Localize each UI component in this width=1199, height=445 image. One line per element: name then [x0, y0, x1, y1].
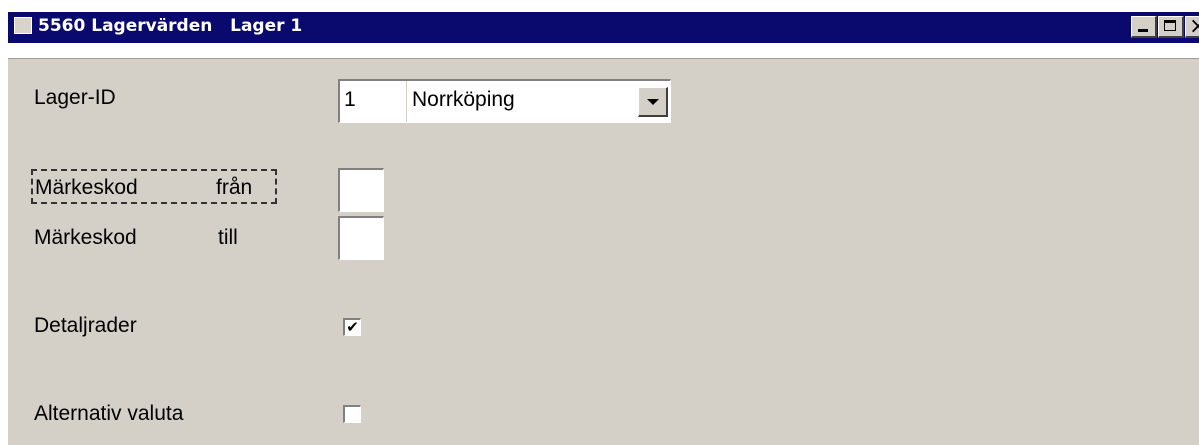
minimize-button[interactable]: [1131, 16, 1157, 38]
markeskod-till-suffix: till: [218, 226, 238, 249]
alternativ-valuta-label: Alternativ valuta: [34, 402, 184, 425]
markeskod-fran-input[interactable]: [338, 168, 384, 212]
chevron-down-icon: [647, 99, 659, 105]
window-title: 5560 Lagervärden Lager 1: [38, 16, 303, 36]
maximize-button[interactable]: [1158, 16, 1184, 38]
markeskod-till-input[interactable]: [338, 216, 384, 260]
markeskod-fran-label: Märkeskod: [35, 176, 138, 199]
close-button[interactable]: [1185, 14, 1199, 39]
app-window-icon[interactable]: [14, 17, 32, 34]
detaljrader-checkbox[interactable]: ✔: [343, 318, 361, 336]
form-panel: Lager-ID 1 Norrköping Märkeskod från Mär…: [8, 58, 1199, 445]
markeskod-fran-suffix: från: [216, 176, 253, 199]
title-bar[interactable]: 5560 Lagervärden Lager 1: [8, 12, 1199, 43]
markeskod-till-label: Märkeskod: [34, 226, 137, 249]
lager-id-combobox[interactable]: 1 Norrköping: [338, 79, 671, 123]
lager-name-value[interactable]: Norrköping: [410, 81, 632, 122]
dropdown-button[interactable]: [638, 87, 668, 117]
detaljrader-label: Detaljrader: [34, 314, 137, 337]
lager-id-label: Lager-ID: [34, 86, 116, 109]
lager-id-value[interactable]: 1: [340, 81, 407, 122]
alternativ-valuta-checkbox[interactable]: [343, 405, 361, 423]
